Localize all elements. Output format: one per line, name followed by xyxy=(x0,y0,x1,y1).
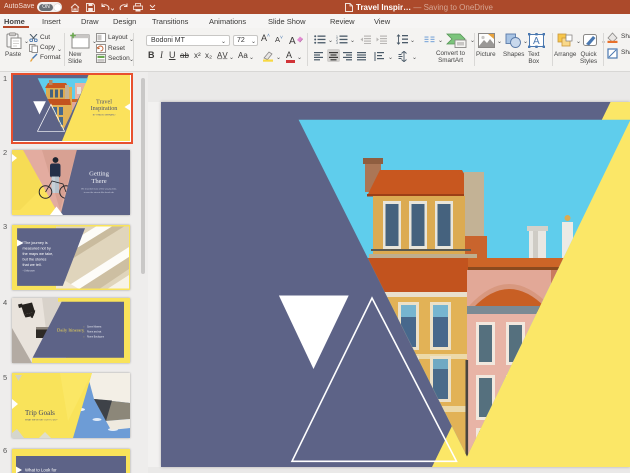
svg-text:There: There xyxy=(91,178,106,185)
svg-text:"The journey is: "The journey is xyxy=(23,241,48,245)
svg-text:Trip Goals: Trip Goals xyxy=(25,409,55,417)
svg-text:3: 3 xyxy=(336,41,338,44)
svg-text:measured not by: measured not by xyxy=(23,246,51,250)
svg-text:Rome Boutiques: Rome Boutiques xyxy=(87,336,105,339)
svg-text:Rome and sat: Rome and sat xyxy=(87,331,102,334)
svg-text:WHAT WE'VE SET OUT TO DO?: WHAT WE'VE SET OUT TO DO? xyxy=(25,419,58,422)
svg-text:the maps we take,: the maps we take, xyxy=(23,252,54,256)
svg-text:A: A xyxy=(289,36,296,45)
svg-text:to see the streets like locals: to see the streets like locals do. xyxy=(84,191,115,194)
svg-text:Getting: Getting xyxy=(89,170,109,177)
svg-text:Some Masera: Some Masera xyxy=(87,326,102,329)
svg-text:but the stories: but the stories xyxy=(23,257,47,261)
svg-text:We traveled most of the way by: We traveled most of the way by bike, xyxy=(81,187,117,190)
svg-text:›: › xyxy=(84,335,85,339)
svg-text:Inspiration: Inspiration xyxy=(91,105,118,112)
svg-text:Daily Itinerary: Daily Itinerary xyxy=(57,328,85,333)
svg-text:›: › xyxy=(84,330,85,334)
svg-text:–Unknown: –Unknown xyxy=(23,268,36,272)
svg-text:›: › xyxy=(84,325,85,329)
svg-text:What to Look for: What to Look for xyxy=(25,468,57,473)
svg-text:A: A xyxy=(533,36,540,47)
svg-text:BY TRAVIS SERRANO: BY TRAVIS SERRANO xyxy=(93,114,116,117)
svg-text:that we tell.: that we tell. xyxy=(23,263,42,267)
